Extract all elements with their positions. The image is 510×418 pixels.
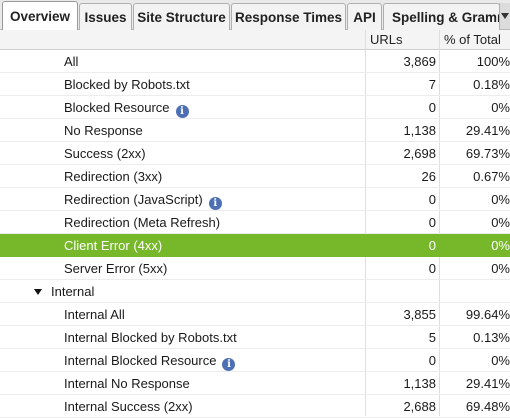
cell-percent: 0%: [491, 261, 510, 276]
tab-response-times[interactable]: Response Times: [231, 3, 346, 30]
tab-overview[interactable]: Overview: [2, 1, 78, 31]
table-row[interactable]: Success (2xx) 2,698 69.73%: [0, 142, 510, 165]
row-label: Internal Blocked by Robots.txt: [64, 326, 237, 349]
row-label-text: Internal Blocked Resource: [64, 353, 217, 368]
cell-urls: 3,869: [403, 54, 436, 69]
table-row[interactable]: Client Error (4xx) 0 0%: [0, 234, 510, 257]
column-header-urls[interactable]: URLs: [370, 30, 403, 49]
table-row[interactable]: Internal Blocked by Robots.txt 5 0.13%: [0, 326, 510, 349]
chevron-down-icon: [501, 13, 509, 19]
tab-issues[interactable]: Issues: [79, 3, 132, 30]
tab-site-structure[interactable]: Site Structure: [133, 3, 230, 30]
row-label-text: Internal No Response: [64, 376, 190, 391]
row-label-text: Blocked by Robots.txt: [64, 77, 190, 92]
row-label: All: [64, 50, 78, 73]
row-label: Redirection (JavaScript) i: [64, 188, 222, 211]
row-label-text: All: [64, 54, 79, 69]
row-label: Blocked Resource i: [64, 96, 189, 119]
tab-bar: Overview Issues Site Structure Response …: [0, 0, 510, 31]
row-label: Internal: [51, 280, 94, 303]
row-label-text: Success (2xx): [64, 146, 146, 161]
row-label: Redirection (Meta Refresh): [64, 211, 220, 234]
cell-urls: 0: [428, 238, 436, 253]
cell-percent: 29.41%: [465, 123, 510, 138]
row-label: Internal Blocked Resource i: [64, 349, 236, 372]
disclosure-triangle-icon[interactable]: [34, 289, 42, 295]
cell-percent: 0%: [491, 192, 510, 207]
table-row[interactable]: Internal Success (2xx) 2,688 69.48%: [0, 395, 510, 418]
overview-table: All 3,869 100% Blocked by Robots.txt 7 0.18% B…: [0, 50, 510, 418]
table-row[interactable]: Server Error (5xx) 0 0%: [0, 257, 510, 280]
cell-percent: 0.18%: [473, 77, 510, 92]
tab-overflow-button[interactable]: [499, 3, 510, 29]
table-row[interactable]: Redirection (Meta Refresh) 0 0%: [0, 211, 510, 234]
row-label-text: Redirection (JavaScript): [64, 192, 203, 207]
row-label-text: Internal All: [64, 307, 125, 322]
info-icon[interactable]: i: [175, 105, 189, 118]
cell-percent: 0%: [491, 353, 510, 368]
cell-urls: 26: [421, 169, 436, 184]
table-row[interactable]: All 3,869 100%: [0, 50, 510, 73]
cell-urls: 2,688: [403, 399, 436, 414]
cell-percent: 0.13%: [473, 330, 510, 345]
cell-percent: 0%: [491, 100, 510, 115]
cell-percent: 99.64%: [465, 307, 510, 322]
row-label: Internal Success (2xx): [64, 395, 193, 418]
row-label: Internal All: [64, 303, 125, 326]
table-row[interactable]: Blocked Resource i 0 0%: [0, 96, 510, 119]
row-label: Client Error (4xx): [64, 234, 162, 257]
cell-urls: 7: [428, 77, 436, 92]
row-label: No Response: [64, 119, 143, 142]
row-label-text: Redirection (3xx): [64, 169, 163, 184]
info-icon[interactable]: i: [222, 358, 236, 371]
row-label: Server Error (5xx): [64, 257, 167, 280]
table-header: URLs % of Total: [0, 30, 510, 50]
table-row[interactable]: Internal All 3,855 99.64%: [0, 303, 510, 326]
cell-percent: 69.48%: [465, 399, 510, 414]
table-row[interactable]: No Response 1,138 29.41%: [0, 119, 510, 142]
cell-urls: 5: [428, 330, 436, 345]
row-label-text: Internal: [51, 284, 95, 299]
info-icon[interactable]: i: [208, 197, 222, 210]
tab-api[interactable]: API: [347, 3, 382, 30]
cell-urls: 0: [428, 100, 436, 115]
row-label-text: Redirection (Meta Refresh): [64, 215, 221, 230]
row-label: Blocked by Robots.txt: [64, 73, 190, 96]
row-label: Success (2xx): [64, 142, 146, 165]
cell-percent: 0.67%: [473, 169, 510, 184]
cell-percent: 100%: [476, 54, 510, 69]
cell-urls: 1,138: [403, 376, 436, 391]
tab-spelling-grammar[interactable]: Spelling & Gramm: [383, 3, 500, 30]
row-label-text: Server Error (5xx): [64, 261, 168, 276]
row-label-text: No Response: [64, 123, 143, 138]
column-header-percent[interactable]: % of Total: [444, 30, 501, 49]
row-label-text: Blocked Resource: [64, 100, 170, 115]
cell-percent: 0%: [491, 215, 510, 230]
section-row[interactable]: Internal: [0, 280, 510, 303]
cell-urls: 2,698: [403, 146, 436, 161]
row-label-text: Internal Success (2xx): [64, 399, 193, 414]
cell-urls: 0: [428, 215, 436, 230]
row-label-text: Client Error (4xx): [64, 238, 163, 253]
table-row[interactable]: Blocked by Robots.txt 7 0.18%: [0, 73, 510, 96]
cell-urls: 0: [428, 353, 436, 368]
cell-percent: 0%: [491, 238, 510, 253]
table-row[interactable]: Internal No Response 1,138 29.41%: [0, 372, 510, 395]
row-label: Redirection (3xx): [64, 165, 162, 188]
table-row[interactable]: Redirection (3xx) 26 0.67%: [0, 165, 510, 188]
table-row[interactable]: Internal Blocked Resource i 0 0%: [0, 349, 510, 372]
cell-percent: 29.41%: [465, 376, 510, 391]
cell-urls: 0: [428, 261, 436, 276]
row-label: Internal No Response: [64, 372, 190, 395]
cell-urls: 3,855: [403, 307, 436, 322]
cell-urls: 0: [428, 192, 436, 207]
cell-percent: 69.73%: [465, 146, 510, 161]
row-label-text: Internal Blocked by Robots.txt: [64, 330, 237, 345]
table-row[interactable]: Redirection (JavaScript) i 0 0%: [0, 188, 510, 211]
cell-urls: 1,138: [403, 123, 436, 138]
